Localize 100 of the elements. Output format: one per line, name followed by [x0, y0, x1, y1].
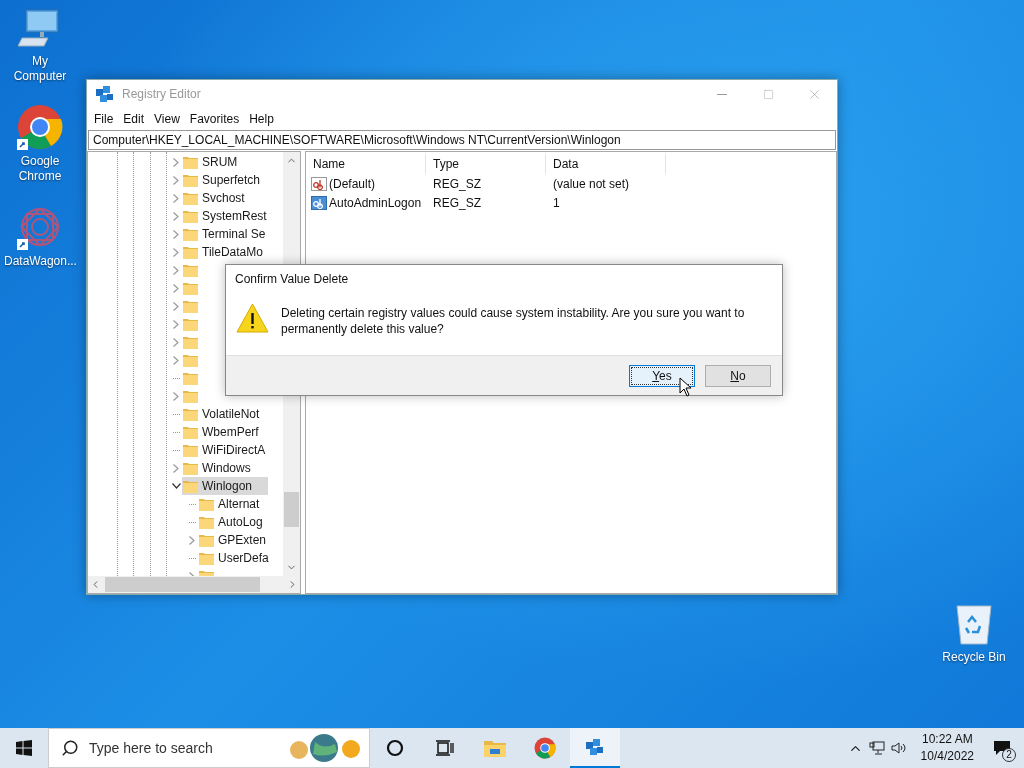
folder-icon: [199, 497, 214, 511]
folder-icon: [183, 353, 198, 367]
column-header[interactable]: Name: [306, 154, 426, 174]
expand-chevron-icon[interactable]: [173, 319, 179, 329]
tree-item-label: WiFiDirectA: [202, 442, 266, 459]
tree-item-label: Windows: [202, 460, 251, 477]
tree-item-label: Winlogon: [202, 478, 253, 495]
expand-chevron-icon[interactable]: [173, 175, 179, 185]
expand-chevron-icon[interactable]: [173, 283, 179, 293]
tree-item-label: Terminal Se: [202, 226, 266, 243]
expand-chevron-icon[interactable]: [173, 265, 179, 275]
menu-item[interactable]: Favorites: [184, 110, 245, 128]
expand-chevron-icon[interactable]: [173, 355, 179, 365]
value-row[interactable]: AutoAdminLogon REG_SZ 1: [306, 193, 836, 212]
chrome-icon: [17, 104, 63, 150]
tree-item[interactable]: Superfetch: [182, 171, 277, 189]
value-data: 1: [552, 194, 560, 212]
tree-item[interactable]: Terminal Se: [182, 225, 282, 243]
network-icon[interactable]: [868, 741, 885, 755]
shortcut-arrow-icon: [17, 139, 28, 150]
desktop-icon-label: Google Chrome: [17, 154, 63, 184]
horizontal-scrollbar[interactable]: [88, 576, 300, 593]
tree-item[interactable]: Svchost: [182, 189, 261, 207]
tree-item[interactable]: UserDefa: [198, 549, 283, 567]
tree-item-label: Superfetch: [202, 172, 261, 189]
tree-item[interactable]: Winlogon: [182, 477, 269, 495]
cubes-icon: [94, 83, 116, 105]
notification-icon[interactable]: [993, 740, 1011, 756]
expand-chevron-icon[interactable]: [189, 535, 195, 545]
desktop-icon-label: Recycle Bin: [942, 650, 1006, 665]
menu-item[interactable]: File: [89, 110, 119, 128]
folder-icon: [183, 155, 198, 169]
address-bar[interactable]: Computer\HKEY_LOCAL_MACHINE\SOFTWARE\Microsoft\Windows NT\CurrentVersion\Winlogon: [88, 130, 836, 150]
dialog-button[interactable]: No: [705, 364, 771, 387]
cubes-icon: [584, 736, 606, 758]
tree-item[interactable]: WiFiDirectA: [182, 441, 282, 459]
expand-chevron-icon[interactable]: [173, 463, 179, 473]
search-icon: [61, 739, 79, 757]
menu-item[interactable]: Edit: [118, 110, 150, 128]
window-title: Registry Editor: [122, 86, 201, 103]
desktop-icon-label: My Computer: [12, 54, 68, 84]
folder-icon: [183, 227, 198, 241]
tree-item[interactable]: Windows: [182, 459, 267, 477]
minimize-icon: [717, 93, 727, 95]
folder-icon: [183, 173, 198, 187]
folder-icon: [484, 739, 506, 757]
folder-icon: [183, 479, 198, 493]
menu-item[interactable]: Help: [244, 110, 279, 128]
tree-item-label: SystemRest: [202, 208, 267, 225]
value-type: REG_SZ: [432, 175, 482, 193]
desktop-icon[interactable]: Google Chrome: [0, 104, 80, 184]
tree-item[interactable]: SRUM: [182, 153, 254, 171]
folder-icon: [183, 335, 198, 349]
tree-item[interactable]: TileDataMo: [182, 243, 279, 261]
folder-icon: [183, 317, 198, 331]
search-box[interactable]: Type here to search: [48, 728, 370, 768]
clock-date: 10/4/2022: [920, 748, 974, 765]
folder-icon: [199, 533, 214, 547]
desktop-icon[interactable]: DataWagon...: [0, 204, 80, 269]
expand-chevron-icon[interactable]: [173, 193, 179, 203]
collapse-chevron-icon[interactable]: [171, 483, 181, 489]
expand-chevron-icon[interactable]: [173, 157, 179, 167]
shortcut-arrow-icon: [17, 239, 28, 250]
expand-chevron-icon[interactable]: [173, 301, 179, 311]
tree-item[interactable]: AutoLog: [198, 513, 279, 531]
warning-icon: [236, 303, 269, 333]
desktop-icon[interactable]: My Computer: [0, 8, 80, 84]
menu-item[interactable]: View: [149, 110, 185, 128]
expand-chevron-icon[interactable]: [173, 211, 179, 221]
desktop-icon[interactable]: Recycle Bin: [934, 600, 1014, 665]
dialog-button[interactable]: Yes: [629, 364, 695, 387]
expand-chevron-icon[interactable]: [173, 247, 179, 257]
folder-icon: [183, 281, 198, 295]
desktop-icon-label: DataWagon...: [4, 254, 76, 269]
speaker-icon[interactable]: [890, 741, 907, 755]
value-row[interactable]: (Default) REG_SZ (value not set): [306, 174, 836, 193]
clock[interactable]: 10:22 AM 10/4/2022: [914, 731, 980, 765]
column-header[interactable]: Type: [426, 154, 546, 174]
folder-icon: [183, 299, 198, 313]
expand-chevron-icon[interactable]: [173, 229, 179, 239]
chrome-icon: [534, 737, 556, 759]
notification-count: 2: [1002, 748, 1016, 762]
scrollbar-thumb[interactable]: [284, 492, 299, 527]
folder-icon: [183, 425, 198, 439]
task-view-icon: [436, 740, 454, 756]
tree-item[interactable]: Alternat: [198, 495, 276, 513]
dialog-message: Deleting certain registry values could cause system instability. Are you sure you want to permanently delete this value?: [281, 305, 746, 337]
dialog-title: Confirm Value Delete: [234, 271, 350, 288]
expand-chevron-icon[interactable]: [173, 391, 179, 401]
folder-icon: [199, 515, 214, 529]
tree-item[interactable]: SystemRest: [182, 207, 283, 225]
expand-chevron-icon[interactable]: [173, 337, 179, 347]
tree-item[interactable]: WbemPerf: [182, 423, 275, 441]
value-name: AutoAdminLogon: [329, 194, 422, 212]
windows-logo-icon: [16, 740, 32, 756]
tree-item[interactable]: VolatileNot: [182, 405, 276, 423]
scrollbar-thumb[interactable]: [105, 577, 260, 592]
column-header[interactable]: Data: [546, 154, 666, 174]
tree-item[interactable]: GPExten: [198, 531, 283, 549]
tree-item-label: AutoLog: [218, 514, 263, 531]
